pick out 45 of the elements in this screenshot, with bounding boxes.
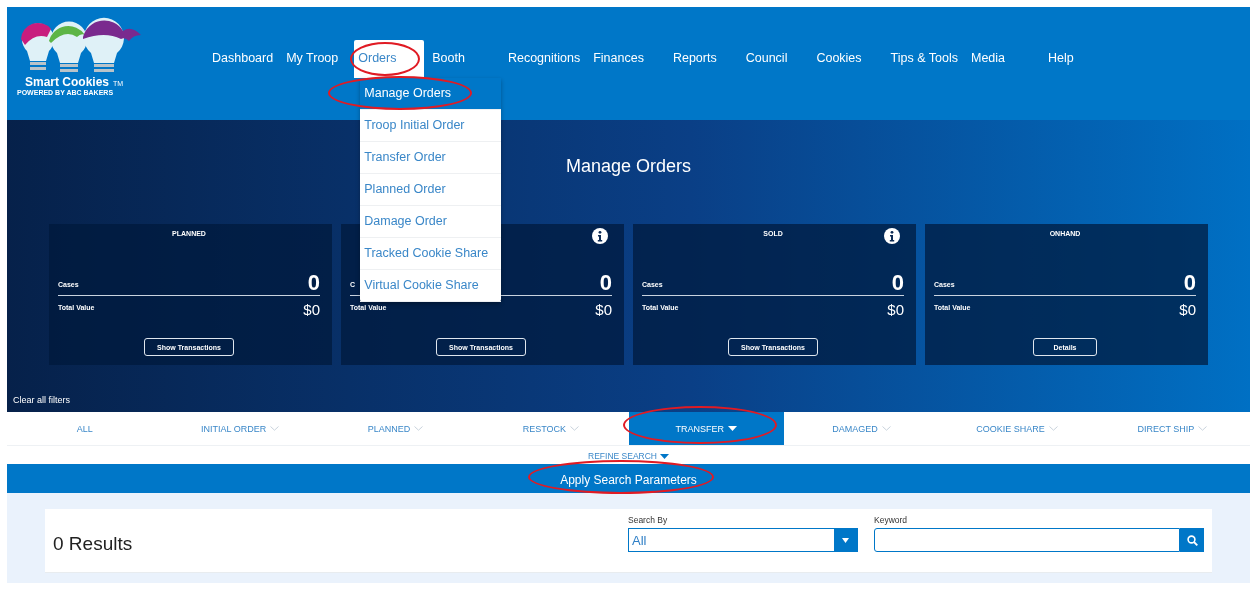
nav-item[interactable]: Dashboard	[207, 40, 279, 78]
filter-tab[interactable]: ALL	[7, 412, 163, 445]
nav-item[interactable]: Orders	[354, 40, 425, 78]
nav-item[interactable]: Media	[965, 40, 1010, 78]
info-icon[interactable]	[592, 228, 608, 244]
filter-tab[interactable]: RESTOCK	[473, 412, 629, 445]
brand-name: Smart Cookies	[25, 75, 110, 89]
nav-item[interactable]: Recognitions	[502, 40, 586, 78]
nav-item[interactable]: Booth	[427, 40, 470, 78]
search-button[interactable]	[1180, 528, 1204, 552]
keyword-field[interactable]	[874, 528, 1180, 552]
total-value: $0	[303, 302, 320, 317]
filter-tab[interactable]: DIRECT SHIP	[1094, 412, 1250, 445]
filter-tab[interactable]: PLANNED	[317, 412, 474, 445]
cases-value: 0	[1183, 272, 1196, 294]
clear-filters-link[interactable]: Clear all filters	[13, 395, 70, 405]
field-label: Keyword	[874, 515, 909, 525]
nav-item[interactable]: Cookies	[811, 40, 867, 78]
nav-item[interactable]: Reports	[667, 40, 722, 78]
field-label: Search By	[628, 515, 669, 525]
search-icon	[1186, 534, 1198, 546]
refine-search-toggle[interactable]: REFINE SEARCH	[588, 451, 669, 461]
info-icon[interactable]	[884, 228, 900, 244]
filter-tab[interactable]: COOKIE SHARE	[939, 412, 1095, 445]
cases-value: 0	[891, 272, 904, 294]
caret-icon	[842, 537, 849, 543]
total-value: $0	[887, 302, 904, 317]
search-by-select[interactable]: All	[628, 528, 858, 552]
cases-value: 0	[599, 272, 612, 294]
page-title: Manage Orders	[565, 157, 692, 177]
apply-search-button[interactable]: Apply Search Parameters	[554, 472, 703, 487]
total-value: $0	[1179, 302, 1196, 317]
cases-value: 0	[307, 272, 320, 294]
nav-item[interactable]: My Troop	[281, 40, 344, 78]
filter-tab[interactable]: TRANSFER	[628, 412, 784, 445]
nav-item[interactable]: Tips & Tools	[885, 40, 963, 78]
caret-icon	[660, 453, 669, 459]
total-value: $0	[595, 302, 612, 317]
results-count: 0 Results	[53, 532, 134, 555]
filter-tab[interactable]: INITIAL ORDER	[162, 412, 318, 445]
nav-item[interactable]: Finances	[588, 40, 649, 78]
nav-item[interactable]: Council	[740, 40, 793, 78]
menu-item[interactable]: Manage Orders	[360, 78, 502, 110]
nav-item[interactable]: Help	[1043, 40, 1079, 78]
filter-tab[interactable]: DAMAGED	[783, 412, 940, 445]
